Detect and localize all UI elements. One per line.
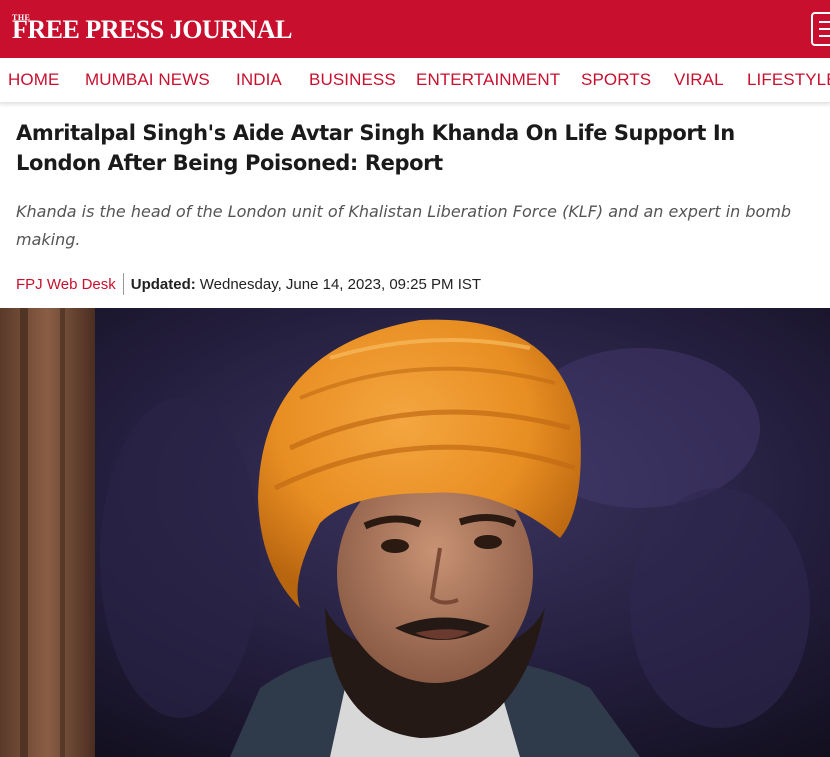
menu-bar [819,28,830,30]
nav-item-business[interactable]: BUSINESS [309,58,396,102]
updated-label: Updated: [130,275,196,293]
site-logo[interactable]: THE FREE PRESS JOURNAL [12,13,292,45]
nav-item-india[interactable]: INDIA [236,58,282,102]
updated-timestamp: Wednesday, June 14, 2023, 09:25 PM IST [199,275,482,293]
hamburger-menu-icon[interactable] [811,12,830,46]
article-meta: FPJ Web Desk Updated: Wednesday, June 14… [16,272,481,296]
man-in-orange-turban-photo [0,308,830,757]
logo-main-text: FREE PRESS JOURNAL [12,15,292,44]
author-link[interactable]: FPJ Web Desk [16,276,116,293]
menu-bar [819,35,830,37]
meta-divider [122,273,124,295]
logo-small-text: THE [12,13,31,22]
nav-item-home[interactable]: HOME [8,58,59,102]
article-summary: Khanda is the head of the London unit of… [16,202,792,249]
nav-item-mumbai-news[interactable]: MUMBAI NEWS [85,58,210,102]
nav-item-viral[interactable]: VIRAL [674,58,724,102]
hero-image [0,308,830,757]
article-headline: Amritalpal Singh's Aide Avtar Singh Khan… [16,121,735,175]
nav-item-sports[interactable]: SPORTS [581,58,651,102]
menu-bar [819,21,830,23]
nav-item-lifestyle[interactable]: LIFESTYLE [747,58,830,102]
main-navigation: HOME MUMBAI NEWS INDIA BUSINESS ENTERTAI… [0,58,830,103]
site-header: THE FREE PRESS JOURNAL [0,0,830,58]
nav-item-entertainment[interactable]: ENTERTAINMENT [416,58,560,102]
